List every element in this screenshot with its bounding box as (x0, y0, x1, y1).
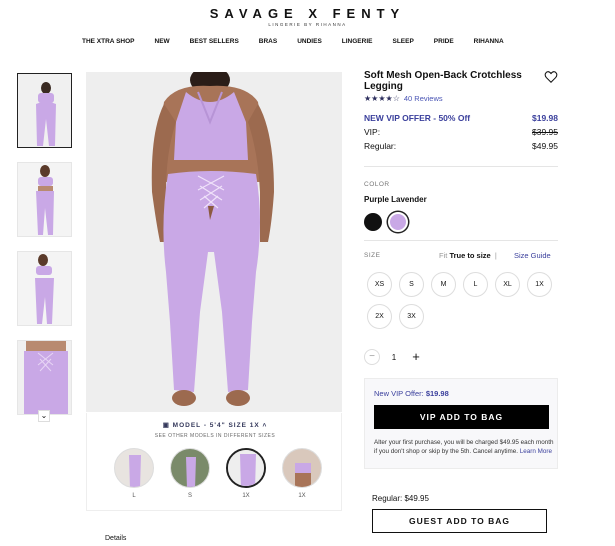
guest-regular-price: Regular: $49.95 (372, 494, 429, 503)
swatch-purple-lavender[interactable] (388, 212, 408, 232)
nav-item-best-sellers[interactable]: BEST SELLERS (190, 38, 239, 45)
nav-item-xtra-shop[interactable]: THE XTRA SHOP (82, 38, 135, 45)
main-nav: THE XTRA SHOP NEW BEST SELLERS BRAS UNDI… (82, 38, 524, 45)
thumbnail-list (17, 73, 73, 429)
model-avatar (226, 448, 266, 488)
model-option[interactable]: S (169, 448, 211, 499)
star-rating-icon: ★★★★☆ (364, 94, 400, 103)
quantity-value[interactable]: 1 (380, 353, 408, 362)
quantity-stepper: − 1 + (364, 349, 424, 365)
model-avatar (170, 448, 210, 488)
model-option[interactable]: L (113, 448, 155, 499)
model-icon: ▣ (162, 422, 173, 429)
quantity-minus-button[interactable]: − (364, 349, 380, 365)
site-header: SAVAGE X FENTY LINGERIE BY RIHANNA THE X… (0, 0, 615, 52)
fit-info: Fit True to size | (439, 251, 497, 260)
details-tab[interactable]: Details (105, 535, 126, 542)
model-options: L S 1X 1X (113, 448, 323, 499)
vip-offer-row: NEW VIP OFFER - 50% Off $19.98 (364, 113, 558, 123)
learn-more-link[interactable]: Learn More (520, 448, 552, 455)
size-option-xs[interactable]: XS (367, 272, 392, 297)
size-option-2x[interactable]: 2X (367, 304, 392, 329)
model-selector: ▣ MODEL - 5'4" SIZE 1X ˄ SEE OTHER MODEL… (86, 413, 342, 511)
thumbnail-back-view[interactable] (17, 73, 72, 148)
reviews-link[interactable]: 40 Reviews (404, 94, 443, 103)
quantity-plus-button[interactable]: + (408, 349, 424, 365)
heart-icon[interactable] (544, 70, 558, 84)
product-main-image[interactable] (86, 72, 342, 412)
guest-add-to-bag-button[interactable]: GUEST ADD TO BAG (372, 509, 547, 533)
chevron-up-icon[interactable]: ˄ (260, 422, 268, 429)
size-option-l[interactable]: L (463, 272, 488, 297)
chevron-down-icon[interactable]: ⌄ (38, 410, 50, 422)
model-sub: SEE OTHER MODELS IN DIFFERENT SIZES (154, 433, 276, 439)
nav-item-lingerie[interactable]: LINGERIE (342, 38, 373, 45)
vip-note: Alter your first purchase, you will be c… (374, 439, 554, 455)
nav-item-rihanna[interactable]: RIHANNA (474, 38, 504, 45)
size-heading: SIZE (364, 252, 381, 259)
divider (364, 240, 558, 241)
model-avatar (282, 448, 322, 488)
thumbnail-detail-view[interactable] (17, 340, 72, 415)
thumbnail-side-view[interactable] (17, 251, 72, 326)
vip-add-to-bag-button[interactable]: VIP ADD TO BAG (374, 405, 549, 429)
brand-logo[interactable]: SAVAGE X FENTY (0, 6, 615, 21)
model-option[interactable]: 1X (281, 448, 323, 499)
nav-item-pride[interactable]: PRIDE (434, 38, 454, 45)
nav-item-sleep[interactable]: SLEEP (392, 38, 413, 45)
nav-item-undies[interactable]: UNDIES (297, 38, 322, 45)
size-guide-link[interactable]: Size Guide (514, 251, 551, 260)
size-option-m[interactable]: M (431, 272, 456, 297)
size-option-1x[interactable]: 1X (527, 272, 552, 297)
color-heading: COLOR (364, 181, 390, 188)
regular-price-row: Regular: $49.95 (364, 141, 558, 151)
vip-offer-box: New VIP Offer: $19.98 VIP ADD TO BAG Alt… (364, 378, 558, 469)
nav-item-new[interactable]: NEW (155, 38, 170, 45)
size-option-3x[interactable]: 3X (399, 304, 424, 329)
color-selected-name: Purple Lavender (364, 195, 427, 204)
nav-item-bras[interactable]: BRAS (259, 38, 277, 45)
vip-box-title: New VIP Offer: $19.98 (374, 389, 449, 398)
size-option-xl[interactable]: XL (495, 272, 520, 297)
swatch-black[interactable] (364, 213, 382, 231)
model-info[interactable]: ▣ MODEL - 5'4" SIZE 1X ˄ (87, 421, 343, 429)
rating[interactable]: ★★★★☆ 40 Reviews (364, 94, 443, 103)
thumbnail-front-view[interactable] (17, 162, 72, 237)
model-avatar (114, 448, 154, 488)
vip-price-row: VIP: $39.95 (364, 127, 558, 137)
product-title: Soft Mesh Open-Back Crotchless Legging (364, 70, 522, 92)
brand-tagline: LINGERIE BY RIHANNA (268, 22, 347, 27)
divider (364, 166, 558, 167)
size-option-s[interactable]: S (399, 272, 424, 297)
model-option-selected[interactable]: 1X (225, 448, 267, 499)
